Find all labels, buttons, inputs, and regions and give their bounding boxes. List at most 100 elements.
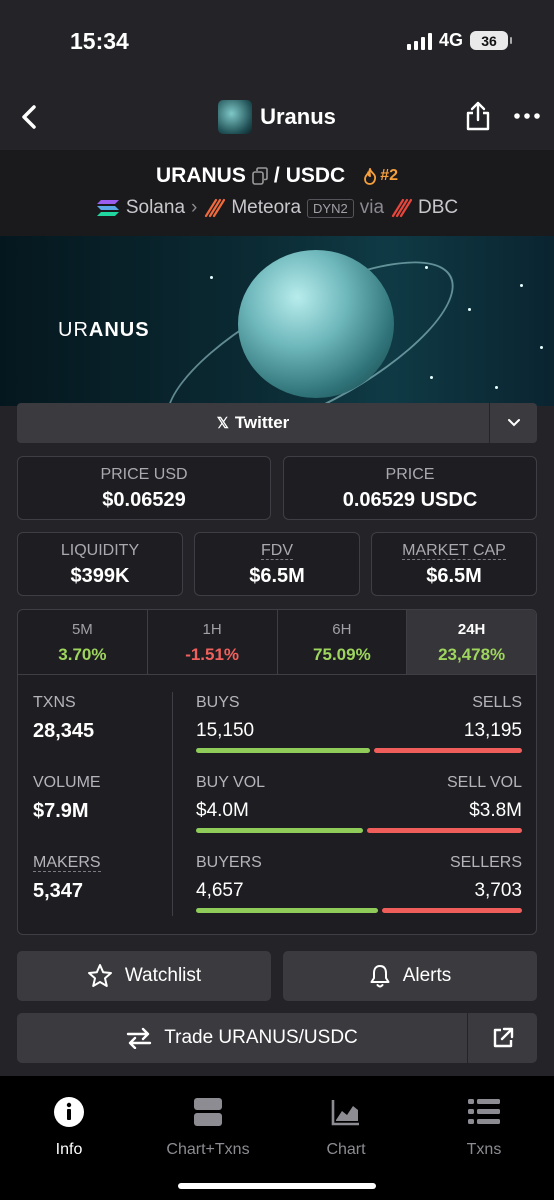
rank-value: #2 [380, 167, 398, 184]
makers-stat[interactable]: MAKERS 5,347 [33, 854, 173, 934]
more-options-icon[interactable] [512, 104, 542, 128]
fdv-label: FDV [261, 542, 293, 560]
dex-version-tag: DYN2 [307, 198, 354, 218]
chain-name[interactable]: Solana [126, 197, 185, 219]
watchlist-button[interactable]: Watchlist [17, 951, 271, 1001]
price-usd-label: PRICE USD [100, 466, 188, 483]
buy-vol-label: BUY VOL [196, 774, 266, 791]
bottom-tab-bar: Info Chart+Txns Chart Txns [0, 1076, 554, 1200]
status-bar: 15:34 4G 36 [0, 0, 554, 88]
sellers-label: SELLERS [449, 854, 522, 871]
list-icon [468, 1099, 500, 1124]
dbc-icon [391, 198, 413, 218]
external-link-button[interactable] [467, 1013, 537, 1063]
base-symbol: URANUS [156, 164, 246, 187]
tab-5m[interactable]: 5M 3.70% [18, 610, 148, 674]
buys-value: 15,150 [196, 720, 255, 741]
market-cap-label: MARKET CAP [402, 542, 506, 560]
token-banner: URANUS [0, 236, 554, 406]
external-link-icon [493, 1027, 513, 1048]
tab-txns-label: Txns [466, 1141, 502, 1158]
buys-sells-row: BUYS SELLS 15,150 13,195 [196, 694, 522, 774]
meteora-icon [205, 198, 226, 218]
token-logo [218, 100, 253, 134]
price-usd-value: $0.06529 [102, 489, 186, 511]
market-cap-box[interactable]: MARKET CAP $6.5M [371, 532, 537, 596]
tab-change: 75.09% [313, 645, 371, 664]
buys-sells-bar [196, 748, 522, 753]
tab-1h[interactable]: 1H -1.51% [148, 610, 278, 674]
stats-divider [172, 692, 173, 916]
x-logo-icon: 𝕏 [216, 415, 229, 432]
timeframe-tabs: 5M 3.70% 1H -1.51% 6H 75.09% 24H 23,478% [18, 610, 536, 675]
liquidity-value: $399K [70, 565, 130, 587]
sellers-value: 3,703 [474, 880, 522, 901]
page-title: Uranus [260, 104, 336, 129]
quote-symbol: USDC [285, 164, 346, 187]
solana-icon [96, 200, 119, 216]
tab-chart-txns-label: Chart+Txns [166, 1141, 250, 1158]
tab-change: -1.51% [185, 645, 240, 664]
txns-value: 28,345 [33, 720, 95, 742]
price-label: PRICE [385, 466, 435, 483]
split-column: BUYS SELLS 15,150 13,195 BUY VOL SELL VO… [196, 694, 522, 934]
chevron-down-icon [507, 419, 520, 427]
fdv-box[interactable]: FDV $6.5M [194, 532, 360, 596]
dex-name[interactable]: Meteora [231, 197, 301, 219]
star-icon [87, 964, 112, 987]
chevron-right-icon: › [191, 197, 198, 218]
trending-rank[interactable]: #2 [363, 167, 398, 185]
tab-change: 3.70% [58, 645, 107, 664]
tab-label: 6H [332, 621, 352, 638]
status-indicators: 4G 36 [406, 30, 512, 51]
tab-info-label: Info [55, 1141, 83, 1158]
home-indicator [178, 1183, 376, 1189]
pair-title: URANUS / USDC #2 [0, 164, 554, 188]
pair-separator: / [273, 164, 280, 187]
twitter-button[interactable]: 𝕏 Twitter [17, 403, 489, 443]
tab-6h[interactable]: 6H 75.09% [278, 610, 408, 674]
split-view-icon [194, 1098, 222, 1126]
area-chart-icon [331, 1100, 359, 1126]
liquidity-label: LIQUIDITY [60, 542, 140, 559]
share-icon[interactable] [464, 100, 492, 132]
volume-stat: VOLUME $7.9M [33, 774, 173, 854]
makers-label: MAKERS [33, 854, 101, 872]
swap-arrows-icon [127, 1027, 152, 1049]
makers-value: 5,347 [33, 880, 84, 902]
trade-button[interactable]: Trade URANUS/USDC [17, 1013, 467, 1063]
pair-route: Solana › Meteora DYN2 via DBC [0, 197, 554, 219]
tab-label: 24H [457, 621, 486, 638]
socials-bar: 𝕏 Twitter [17, 403, 537, 443]
tab-24h[interactable]: 24H 23,478% [407, 610, 536, 674]
launchpad-name[interactable]: DBC [418, 197, 458, 219]
planet-image [238, 250, 394, 398]
bell-icon [370, 965, 390, 988]
sell-vol-label: SELL VOL [446, 774, 522, 791]
trading-stats-panel: 5M 3.70% 1H -1.51% 6H 75.09% 24H 23,478%… [17, 609, 537, 935]
sells-value: 13,195 [463, 720, 522, 741]
fire-icon [364, 167, 377, 185]
volume-label: VOLUME [33, 774, 101, 791]
tab-txns[interactable]: Txns [424, 1096, 544, 1159]
buyers-sellers-row: BUYERS SELLERS 4,657 3,703 [196, 854, 522, 934]
volume-split-row: BUY VOL SELL VOL $4.0M $3.8M [196, 774, 522, 854]
fdv-value: $6.5M [249, 565, 305, 587]
tab-chart[interactable]: Chart [286, 1096, 406, 1159]
buys-label: BUYS [196, 694, 240, 711]
trade-bar: Trade URANUS/USDC [17, 1013, 537, 1063]
tab-info[interactable]: Info [9, 1096, 129, 1159]
volume-split-bar [196, 828, 522, 833]
tab-chart-txns[interactable]: Chart+Txns [148, 1096, 268, 1159]
watchlist-label: Watchlist [124, 965, 202, 986]
txns-label: TXNS [33, 694, 76, 711]
alerts-button[interactable]: Alerts [283, 951, 537, 1001]
sell-vol-value: $3.8M [469, 800, 522, 821]
banner-wordmark: URANUS [58, 319, 150, 341]
totals-column: TXNS 28,345 VOLUME $7.9M MAKERS 5,347 [33, 694, 173, 934]
socials-dropdown-button[interactable] [489, 403, 537, 443]
nav-bar: Uranus [0, 88, 554, 150]
price-value: 0.06529 USDC [342, 489, 478, 511]
copy-icon[interactable] [252, 167, 268, 185]
buy-vol-value: $4.0M [196, 800, 249, 821]
